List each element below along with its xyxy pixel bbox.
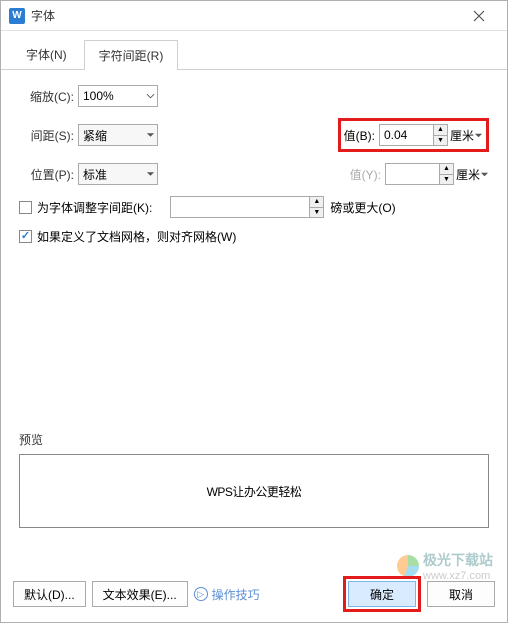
- spacing-combo[interactable]: 紧缩: [78, 124, 158, 146]
- kerning-unit: 磅或更大(O): [330, 199, 395, 216]
- text-effect-button[interactable]: 文本效果(E)...: [92, 581, 188, 607]
- scale-label: 缩放(C):: [19, 88, 74, 105]
- value-y-spin[interactable]: ▲ ▼: [440, 163, 454, 185]
- ok-highlight: 确定: [343, 576, 421, 612]
- value-b-unit-text: 厘米: [450, 127, 474, 144]
- spin-up-icon[interactable]: ▲: [434, 125, 447, 136]
- position-value: 标准: [83, 166, 107, 183]
- value-b-text: 0.04: [384, 128, 407, 142]
- triangle-down-icon: [480, 170, 489, 179]
- tips-link[interactable]: ▷ 操作技巧: [194, 586, 260, 603]
- spin-down-icon[interactable]: ▼: [440, 175, 453, 185]
- spin-down-icon[interactable]: ▼: [434, 136, 447, 146]
- value-b-highlight: 值(B): 0.04 ▲ ▼ 厘米: [338, 118, 489, 152]
- preview-label: 预览: [19, 431, 489, 448]
- position-label: 位置(P):: [19, 166, 74, 183]
- watermark-name: 极光下载站: [423, 550, 493, 570]
- spin-up-icon[interactable]: ▲: [440, 164, 453, 175]
- spin-up-icon[interactable]: ▲: [310, 197, 323, 208]
- spacing-label: 间距(S):: [19, 127, 74, 144]
- kerning-checkbox[interactable]: [19, 201, 32, 214]
- titlebar: W 字体: [1, 1, 507, 31]
- scale-combo[interactable]: 100%: [78, 85, 158, 107]
- watermark-icon: [397, 555, 419, 577]
- value-b-input[interactable]: 0.04: [379, 124, 434, 146]
- position-combo[interactable]: 标准: [78, 163, 158, 185]
- tips-text: 操作技巧: [212, 586, 260, 603]
- triangle-down-icon: [146, 170, 155, 179]
- value-y-label: 值(Y):: [350, 166, 381, 183]
- tab-font[interactable]: 字体(N): [11, 39, 82, 69]
- close-icon: [473, 10, 485, 22]
- preview-text: WPS让办公更轻松: [207, 483, 302, 500]
- kerning-input[interactable]: [170, 196, 310, 218]
- scale-value: 100%: [83, 89, 114, 103]
- play-icon: ▷: [194, 587, 208, 601]
- kerning-spin[interactable]: ▲ ▼: [310, 196, 324, 218]
- tab-spacing[interactable]: 字符间距(R): [84, 40, 179, 70]
- app-icon: W: [9, 8, 25, 24]
- value-y-input[interactable]: [385, 163, 440, 185]
- value-b-spin[interactable]: ▲ ▼: [434, 124, 448, 146]
- triangle-down-icon: [474, 131, 483, 140]
- kerning-label: 为字体调整字间距(K):: [37, 199, 152, 216]
- spin-down-icon[interactable]: ▼: [310, 208, 323, 218]
- default-button[interactable]: 默认(D)...: [13, 581, 86, 607]
- value-y-unit-text: 厘米: [456, 166, 480, 183]
- snapgrid-checkbox[interactable]: [19, 230, 32, 243]
- value-b-label: 值(B):: [344, 127, 375, 144]
- chevron-down-icon: [146, 92, 155, 101]
- value-y-unit[interactable]: 厘米: [456, 166, 489, 183]
- value-b-unit[interactable]: 厘米: [450, 127, 483, 144]
- snapgrid-label: 如果定义了文档网格，则对齐网格(W): [37, 228, 236, 245]
- ok-button[interactable]: 确定: [348, 581, 416, 607]
- tab-bar: 字体(N) 字符间距(R): [1, 31, 507, 70]
- window-title: 字体: [31, 7, 459, 24]
- spacing-value: 紧缩: [83, 127, 107, 144]
- triangle-down-icon: [146, 131, 155, 140]
- preview-box: WPS让办公更轻松: [19, 454, 489, 528]
- close-button[interactable]: [459, 2, 499, 30]
- cancel-button[interactable]: 取消: [427, 581, 495, 607]
